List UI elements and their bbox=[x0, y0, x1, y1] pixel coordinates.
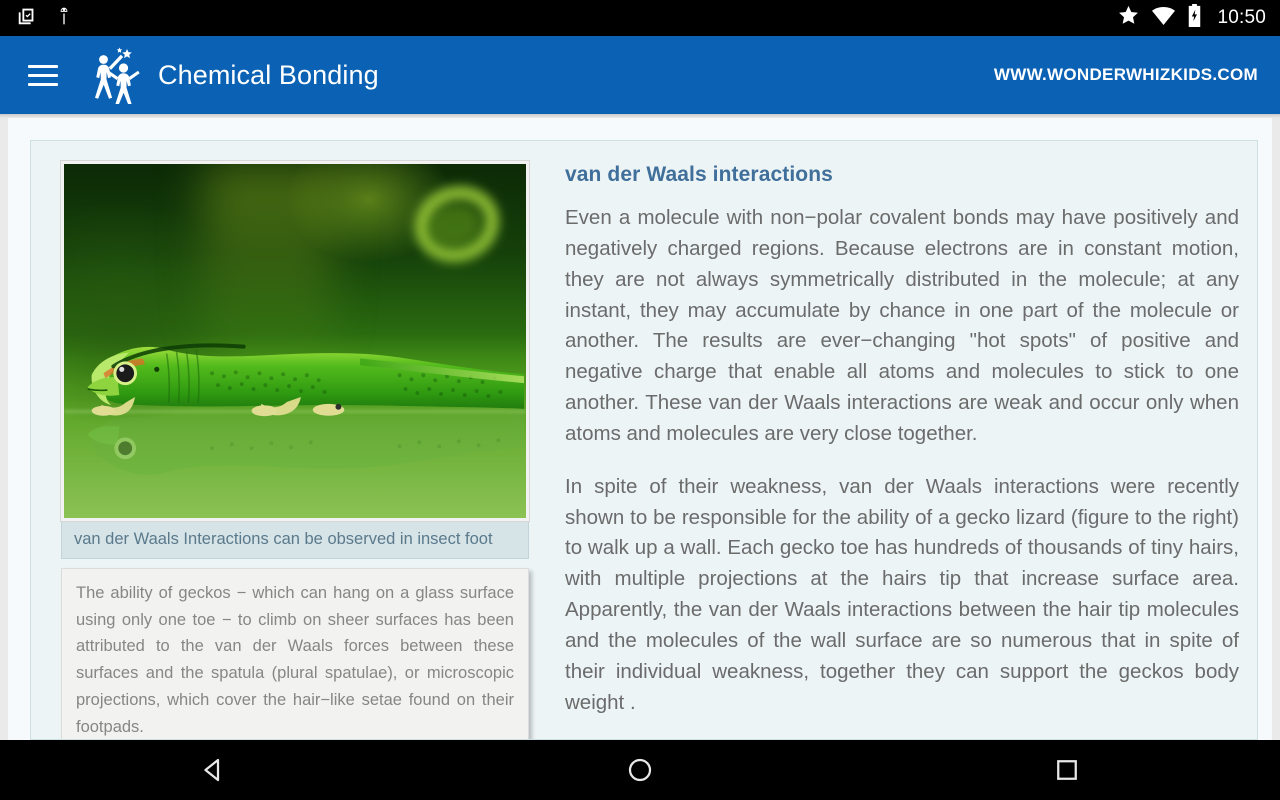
app-brand: Chemical Bonding bbox=[82, 46, 379, 106]
page-background: van der Waals Interactions can be observ… bbox=[0, 114, 1280, 740]
app-bar: Chemical Bonding WWW.WONDERWHIZKIDS.COM bbox=[0, 36, 1280, 114]
recents-button-icon[interactable] bbox=[992, 755, 1142, 785]
status-bar-clock: 10:50 bbox=[1217, 7, 1266, 28]
debug-bug-icon bbox=[54, 5, 74, 32]
content-card: van der Waals Interactions can be observ… bbox=[30, 140, 1258, 740]
photo-surface-sheen bbox=[64, 398, 526, 518]
figure-description: The ability of geckos − which can hang o… bbox=[61, 568, 529, 739]
article-paragraph: Even a molecule with non−polar covalent … bbox=[565, 206, 1239, 445]
page-title: Chemical Bonding bbox=[158, 59, 379, 90]
status-bar: 10:50 bbox=[0, 0, 1280, 36]
figure-caption: van der Waals Interactions can be observ… bbox=[61, 521, 529, 559]
hamburger-menu-icon[interactable] bbox=[28, 64, 58, 86]
status-bar-system-icons: 10:50 bbox=[1117, 4, 1266, 32]
navigation-bar bbox=[0, 740, 1280, 800]
back-button-icon[interactable] bbox=[138, 755, 288, 785]
screenshot-icon bbox=[16, 5, 38, 32]
article-paragraph: In spite of their weakness, van der Waal… bbox=[565, 474, 1239, 714]
figure-column: van der Waals Interactions can be observ… bbox=[60, 160, 531, 739]
gecko-photo bbox=[60, 160, 530, 522]
android-screen: 10:50 Chemical Bonding WWW.WONDERWHIZKID… bbox=[0, 0, 1280, 800]
wifi-icon bbox=[1151, 6, 1176, 31]
article-heading: van der Waals interactions bbox=[565, 163, 833, 186]
site-url-label: WWW.WONDERWHIZKIDS.COM bbox=[993, 65, 1258, 84]
battery-charging-icon bbox=[1187, 4, 1202, 32]
status-bar-notifications bbox=[16, 5, 74, 32]
wonderwhizkids-logo-icon bbox=[82, 46, 144, 106]
home-button-icon[interactable] bbox=[565, 755, 715, 785]
star-icon bbox=[1117, 4, 1140, 32]
article-column: van der Waals interactions Even a molecu… bbox=[565, 161, 1239, 739]
page-sheet: van der Waals Interactions can be observ… bbox=[8, 118, 1272, 740]
